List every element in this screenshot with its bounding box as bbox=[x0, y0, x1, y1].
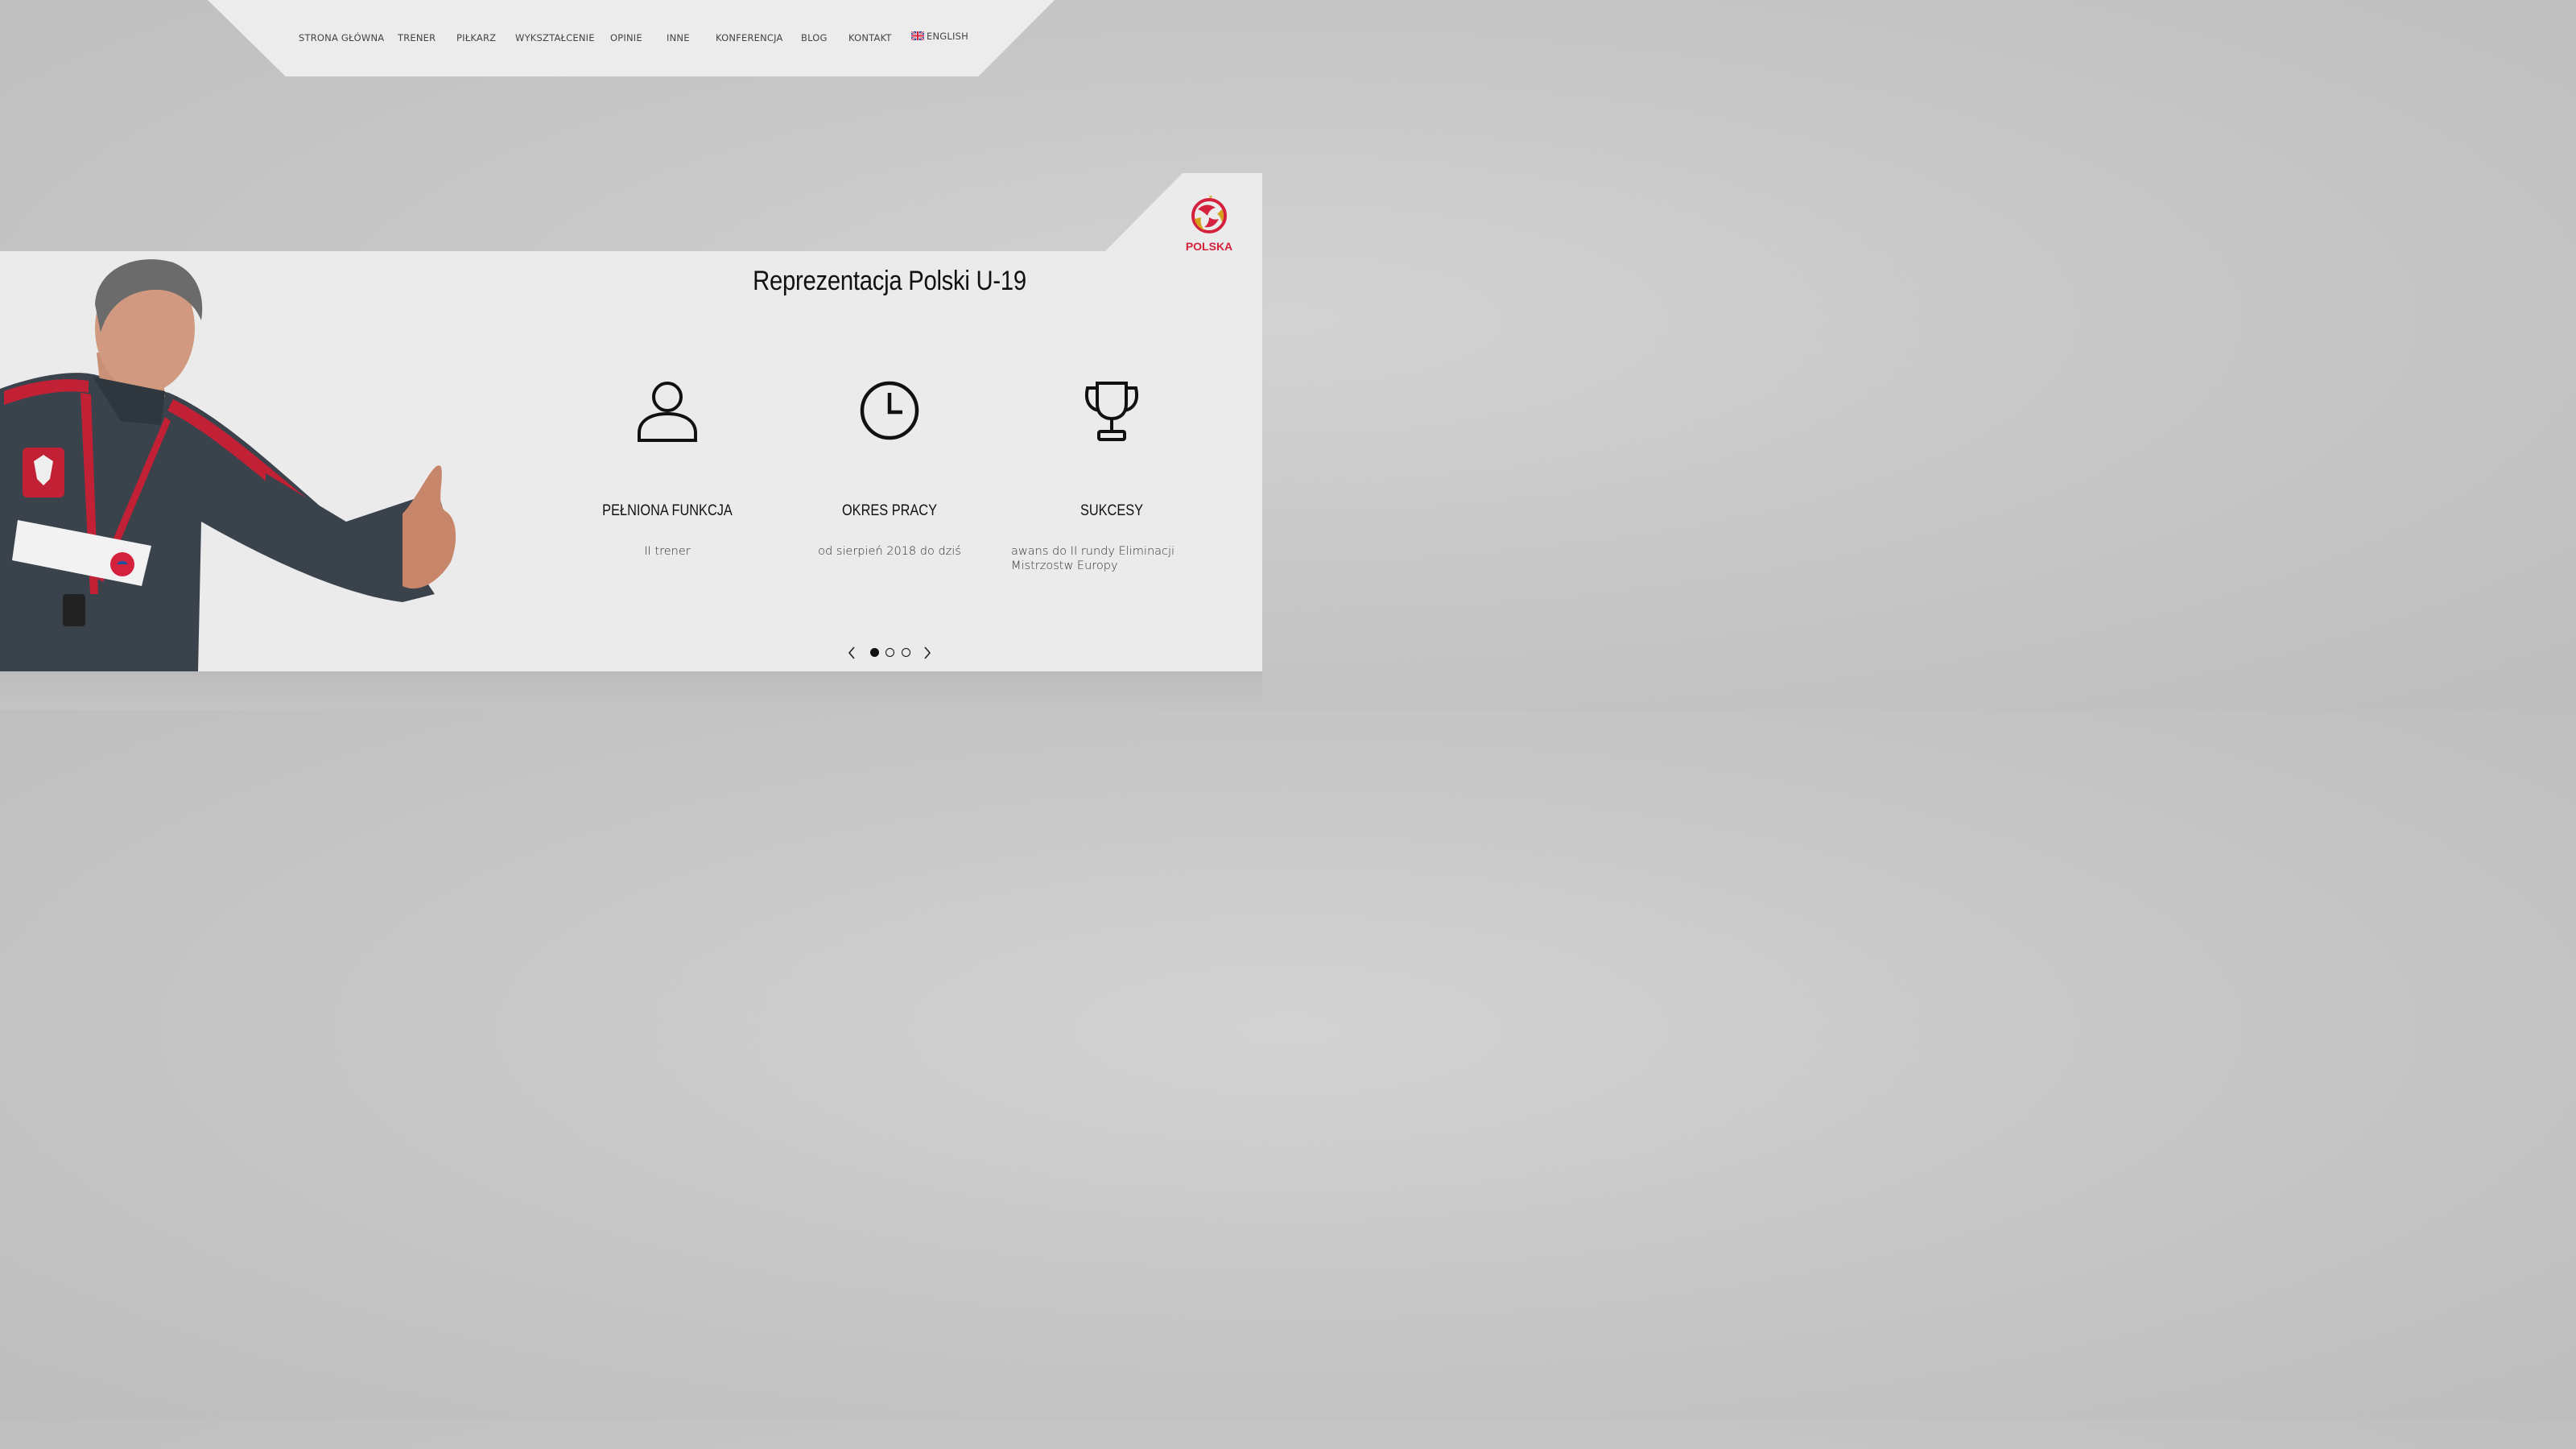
nav-item-blog[interactable]: BLOG bbox=[801, 32, 828, 43]
column-text: od sierpień 2018 do dziś bbox=[818, 545, 961, 558]
logo-text: POLSKA bbox=[1186, 240, 1232, 253]
nav-item-home[interactable]: STRONA GŁÓWNA bbox=[299, 32, 384, 43]
info-column-period: OKRES PRACY od sierpień 2018 do dziś bbox=[781, 378, 998, 559]
uk-flag-icon bbox=[911, 31, 924, 40]
nav-item-opinions[interactable]: OPINIE bbox=[610, 32, 642, 43]
nav-item-player[interactable]: PIŁKARZ bbox=[456, 32, 496, 43]
nav-item-conference[interactable]: KONFERENCJA bbox=[716, 32, 783, 43]
logo-tab-background bbox=[1103, 173, 1262, 254]
column-text: II trener bbox=[644, 545, 691, 558]
slider-next-arrow-icon[interactable] bbox=[923, 646, 932, 659]
section-title: Reprezentacja Polski U-19 bbox=[753, 266, 1026, 296]
main-navigation: STRONA GŁÓWNA TRENER PIŁKARZ WYKSZTAŁCEN… bbox=[0, 0, 1262, 76]
user-icon bbox=[638, 382, 697, 442]
column-title: PEŁNIONA FUNKCJA bbox=[602, 502, 733, 519]
nav-item-english-label: ENGLISH bbox=[927, 31, 968, 42]
nav-item-contact[interactable]: KONTAKT bbox=[848, 32, 892, 43]
trophy-icon bbox=[1085, 382, 1138, 441]
info-column-role: PEŁNIONA FUNKCJA II trener bbox=[559, 378, 776, 559]
info-column-successes: SUKCESY awans do II rundy Eliminacji Mis… bbox=[1003, 378, 1220, 573]
slider-prev-arrow-icon[interactable] bbox=[847, 646, 857, 659]
slider-dot-1[interactable] bbox=[870, 648, 879, 657]
nav-item-other[interactable]: INNE bbox=[667, 32, 690, 43]
nav-item-education[interactable]: WYKSZTAŁCENIE bbox=[515, 32, 595, 43]
slider-dot-2[interactable] bbox=[886, 648, 894, 657]
column-title: SUKCESY bbox=[1080, 502, 1144, 519]
coach-photo bbox=[0, 259, 456, 710]
column-text: awans do II rundy Eliminacji Mistrzostw … bbox=[1011, 545, 1175, 572]
bottom-section-edge bbox=[0, 671, 1262, 710]
polska-football-logo[interactable]: POLSKA bbox=[1183, 192, 1235, 254]
nav-item-trainer[interactable]: TRENER bbox=[398, 32, 436, 43]
column-title: OKRES PRACY bbox=[841, 502, 938, 519]
clock-icon bbox=[860, 381, 919, 440]
slider-dot-3[interactable] bbox=[902, 648, 910, 657]
nav-item-english[interactable]: ENGLISH bbox=[911, 31, 968, 42]
